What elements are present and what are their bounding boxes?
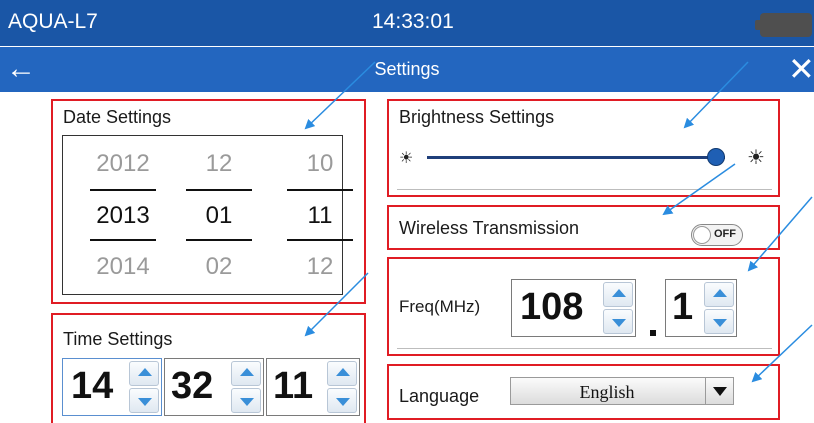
month-prev: 12 (205, 150, 233, 177)
minute-up-arrow-icon[interactable] (231, 361, 261, 386)
status-bar: AQUA-L7 14:33:01 (0, 0, 814, 46)
frequency-decimal-buttons (704, 282, 734, 334)
title-bar: ← Settings ✕ (0, 47, 814, 92)
date-settings-label: Date Settings (63, 107, 172, 127)
minute-down-arrow-icon[interactable] (231, 388, 261, 413)
time-settings-label: Time Settings (63, 329, 173, 349)
time-settings-section: Time Settings 14 32 11 (51, 313, 366, 423)
month-next: 02 (205, 253, 233, 280)
second-stepper[interactable]: 11 (266, 358, 360, 416)
frequency-label: Freq(MHz) (399, 297, 481, 316)
brightness-slider-track[interactable] (427, 156, 725, 159)
brightness-high-icon: ☀ (747, 147, 765, 169)
frequency-divider (397, 348, 772, 349)
second-value[interactable]: 11 (273, 365, 313, 408)
day-selection-line-bottom (287, 239, 353, 241)
frequency-decimal-value[interactable]: 1 (672, 286, 693, 329)
wireless-transmission-section: Wireless Transmission OFF (387, 205, 780, 250)
year-next: 2014 (96, 253, 150, 280)
frequency-integer-buttons (603, 282, 633, 334)
frequency-decimal-stepper[interactable]: 1 (665, 279, 737, 337)
date-settings-section: Date Settings 2012 2013 2014 12 01 02 10… (51, 99, 366, 304)
language-label: Language (399, 386, 480, 406)
frequency-section: Freq(MHz) 108 1 (387, 257, 780, 356)
wireless-transmission-label: Wireless Transmission (399, 218, 580, 238)
wireless-toggle[interactable]: OFF (691, 224, 743, 246)
day-prev: 10 (306, 150, 334, 177)
frequency-integer-value[interactable]: 108 (520, 286, 583, 329)
year-selected: 2013 (96, 202, 150, 229)
page-title: Settings (374, 59, 440, 79)
day-selection-line-top (287, 189, 353, 191)
second-up-arrow-icon[interactable] (327, 361, 357, 386)
hour-value[interactable]: 14 (71, 365, 113, 408)
wireless-toggle-knob (693, 226, 711, 244)
frequency-decimal-point (650, 330, 656, 336)
month-selection-line-top (186, 189, 252, 191)
close-icon[interactable]: ✕ (788, 49, 814, 89)
brightness-settings-label: Brightness Settings (399, 107, 555, 127)
brightness-low-icon: ☀ (399, 150, 414, 167)
minute-value[interactable]: 32 (171, 365, 213, 408)
minute-buttons (231, 361, 261, 413)
year-selection-line-top (90, 189, 156, 191)
minute-stepper[interactable]: 32 (164, 358, 264, 416)
device-name: AQUA-L7 (8, 10, 98, 33)
month-wheel[interactable]: 12 01 02 (184, 136, 254, 294)
date-picker-wheel[interactable]: 2012 2013 2014 12 01 02 10 11 12 (62, 135, 353, 295)
year-wheel[interactable]: 2012 2013 2014 (88, 136, 158, 294)
day-selected: 11 (307, 202, 333, 229)
language-dropdown[interactable]: English (510, 377, 734, 405)
second-down-arrow-icon[interactable] (327, 388, 357, 413)
frequency-integer-stepper[interactable]: 108 (511, 279, 636, 337)
hour-buttons (129, 361, 159, 413)
hour-down-arrow-icon[interactable] (129, 388, 159, 413)
wireless-toggle-state: OFF (714, 228, 736, 240)
day-wheel[interactable]: 10 11 12 (285, 136, 355, 294)
status-clock: 14:33:01 (372, 10, 454, 33)
hour-stepper[interactable]: 14 (62, 358, 162, 416)
year-selection-line-bottom (90, 239, 156, 241)
month-selected: 01 (205, 202, 233, 229)
frequency-decimal-down-arrow-icon[interactable] (704, 309, 734, 334)
hour-up-arrow-icon[interactable] (129, 361, 159, 386)
brightness-settings-section: Brightness Settings ☀ ☀ (387, 99, 780, 197)
frequency-decimal-up-arrow-icon[interactable] (704, 282, 734, 307)
brightness-slider-thumb[interactable] (707, 148, 726, 166)
battery-icon (755, 13, 812, 37)
dropdown-arrow-icon[interactable] (705, 378, 733, 404)
frequency-integer-up-arrow-icon[interactable] (603, 282, 633, 307)
language-selected-value: English (579, 382, 635, 402)
frequency-integer-down-arrow-icon[interactable] (603, 309, 633, 334)
brightness-divider (397, 189, 772, 190)
month-selection-line-bottom (186, 239, 252, 241)
language-section: Language English (387, 364, 780, 420)
year-prev: 2012 (96, 150, 150, 177)
second-buttons (327, 361, 357, 413)
day-next: 12 (306, 253, 334, 280)
